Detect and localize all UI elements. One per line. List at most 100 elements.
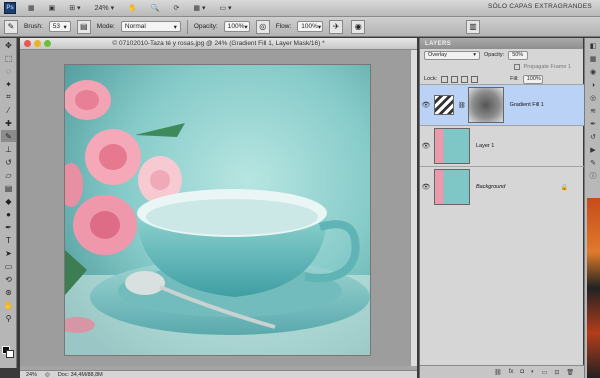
mode-label: Mode: — [96, 23, 115, 30]
shape-tool-icon[interactable]: ▭ — [1, 260, 16, 272]
lock-pixels-icon[interactable] — [451, 75, 459, 83]
brush-picker[interactable]: 53 ▾ — [48, 21, 71, 32]
type-tool-icon[interactable]: T — [1, 234, 16, 246]
view-extras-menu[interactable]: ⊞ ▾ — [65, 2, 84, 14]
panel-toggle-icon[interactable]: ▥ — [466, 19, 480, 34]
propagate-checkbox[interactable] — [513, 64, 520, 70]
layer-row-gradient-fill[interactable]: 👁 ⛓ Gradient Fill 1 — [420, 84, 584, 125]
layer-mask-thumbnail[interactable] — [467, 87, 504, 123]
layer-opacity-label: Opacity: — [484, 52, 505, 58]
actions-panel-icon[interactable]: ▶ — [587, 145, 599, 155]
pressure-opacity-icon[interactable]: ◎ — [255, 19, 270, 34]
hand-tool-icon[interactable]: ✋ — [124, 2, 141, 14]
gradient-tool-icon[interactable]: ▤ — [1, 182, 16, 194]
info-panel-icon[interactable]: ⓘ — [587, 171, 599, 181]
arrange-documents-menu[interactable]: ▦ ▾ — [189, 2, 209, 14]
marquee-tool-icon[interactable]: ⬚ — [1, 52, 16, 64]
path-select-tool-icon[interactable]: ➤ — [1, 247, 16, 259]
propagate-row: Propagate Frame 1 — [420, 61, 583, 73]
status-bar: 24% ◎ Doc: 34,4M/88,8M — [20, 370, 417, 378]
rotate-view-icon[interactable]: ⟳ — [170, 2, 184, 14]
styles-panel-icon[interactable]: ◉ — [587, 67, 599, 77]
mini-bridge-button[interactable]: ▣ — [45, 2, 60, 14]
visibility-eye-icon[interactable]: 👁 — [420, 183, 432, 191]
lock-all-icon[interactable] — [471, 75, 479, 83]
flow-field[interactable]: 100% ▾ — [297, 21, 324, 32]
paths-panel-icon[interactable]: ✒ — [587, 119, 599, 129]
dodge-tool-icon[interactable]: ● — [1, 208, 16, 220]
zoom-level-menu[interactable]: 24% ▾ — [91, 2, 119, 14]
document-window: © 07102010-Taza té y rosas.jpg @ 24% (Gr… — [20, 38, 417, 370]
layer-row-layer-1[interactable]: 👁 Layer 1 — [420, 125, 584, 166]
layer-opacity-field[interactable]: 50% — [508, 50, 529, 60]
brush-presets-panel-icon[interactable]: ✎ — [587, 158, 599, 168]
flow-label: Flow: — [275, 23, 292, 30]
blend-mode-select[interactable]: Overlay ▾ — [424, 50, 480, 60]
layer-opacity-value: 50% — [512, 52, 524, 58]
layer-name[interactable]: Gradient Fill 1 — [510, 102, 544, 108]
layer-name[interactable]: Background — [476, 184, 505, 190]
lock-transparency-icon[interactable] — [441, 75, 449, 83]
adjustment-layer-icon[interactable]: ◐ — [531, 369, 535, 375]
brush-tool-icon[interactable]: ✎ — [1, 130, 16, 142]
lock-position-icon[interactable] — [461, 75, 469, 83]
add-mask-icon[interactable]: ◘ — [520, 369, 524, 375]
move-tool-icon[interactable]: ✥ — [1, 39, 16, 51]
new-group-icon[interactable]: ▭ — [542, 369, 548, 376]
mode-select[interactable]: Normal ▾ — [120, 21, 181, 32]
layer-row-background[interactable]: 👁 Background 🔒 — [420, 166, 584, 207]
link-layers-icon[interactable]: ⛓ — [494, 369, 502, 376]
zoom-tool-icon[interactable]: 🔍 — [147, 2, 164, 14]
adjustments-panel-icon[interactable]: ◑ — [587, 80, 599, 90]
visibility-eye-icon[interactable]: 👁 — [420, 101, 432, 109]
opacity-field[interactable]: 100% ▾ — [223, 21, 250, 32]
visibility-eye-icon[interactable]: 👁 — [420, 142, 432, 150]
status-zoom[interactable]: 24% — [26, 372, 37, 378]
layer-style-icon[interactable]: fx — [509, 369, 514, 375]
options-bar: ✎ Brush: 53 ▾ ▤ Mode: Normal ▾ Opacity: 10… — [0, 17, 600, 37]
airbrush-icon[interactable]: ✈ — [329, 19, 344, 34]
channels-panel-icon[interactable]: ≋ — [587, 106, 599, 116]
hand-tool-icon[interactable]: ✋ — [1, 299, 16, 311]
eraser-tool-icon[interactable]: ▱ — [1, 169, 16, 181]
pressure-size-icon[interactable]: ◉ — [351, 19, 366, 34]
workspace-switcher[interactable]: SÓLO CAPAS EXTRAGRANDES — [488, 3, 592, 10]
fill-field[interactable]: 100% — [522, 74, 543, 84]
history-brush-tool-icon[interactable]: ↺ — [1, 156, 16, 168]
document-image — [65, 65, 370, 355]
document-tab[interactable]: © 07102010-Taza té y rosas.jpg @ 24% (Gr… — [20, 38, 417, 50]
history-panel-icon[interactable]: ↺ — [587, 132, 599, 142]
status-info-icon[interactable]: ◎ — [45, 372, 50, 378]
crop-tool-icon[interactable]: ⌗ — [1, 91, 16, 103]
blur-tool-icon[interactable]: ◆ — [1, 195, 16, 207]
background-color-swatch[interactable] — [6, 350, 14, 358]
brush-panel-toggle-icon[interactable]: ▤ — [76, 19, 91, 34]
chain-link-icon[interactable]: ⛓ — [458, 102, 466, 109]
clone-stamp-tool-icon[interactable]: ⊥ — [1, 143, 16, 155]
brush-size-value: 53 — [52, 23, 61, 30]
color-panel-icon[interactable]: ◧ — [587, 41, 599, 51]
fill-value: 100% — [526, 76, 541, 82]
layers-footer: ⛓ fx ◘ ◐ ▭ ⊡ 🗑 — [420, 365, 584, 378]
3d-rotate-tool-icon[interactable]: ⟲ — [1, 273, 16, 285]
screen-mode-menu[interactable]: ▭ ▾ — [216, 2, 236, 14]
pen-tool-icon[interactable]: ✒ — [1, 221, 16, 233]
bridge-button[interactable]: ▦ — [24, 2, 39, 14]
vertical-scrollbar[interactable] — [410, 50, 417, 366]
delete-layer-icon[interactable]: 🗑 — [566, 369, 574, 376]
layers-tab[interactable]: LAYERS — [420, 38, 583, 49]
brush-tool-preset-icon[interactable]: ✎ — [4, 19, 18, 34]
quick-select-tool-icon[interactable]: ✦ — [1, 78, 16, 90]
healing-tool-icon[interactable]: ✚ — [1, 117, 16, 129]
canvas-area[interactable] — [20, 50, 410, 366]
layer-name[interactable]: Layer 1 — [476, 143, 494, 149]
background-desktop-peek — [587, 198, 600, 378]
eyedropper-tool-icon[interactable]: ⁄ — [1, 104, 16, 116]
zoom-tool-icon[interactable]: ⚲ — [1, 312, 16, 324]
lasso-tool-icon[interactable]: ◌ — [1, 65, 16, 77]
3d-orbit-tool-icon[interactable]: ⊛ — [1, 286, 16, 298]
layers-blend-row: Overlay ▾ Opacity: 50% — [420, 49, 583, 61]
new-layer-icon[interactable]: ⊡ — [554, 369, 559, 376]
swatches-panel-icon[interactable]: ▦ — [587, 54, 599, 64]
masks-panel-icon[interactable]: ◎ — [587, 93, 599, 103]
